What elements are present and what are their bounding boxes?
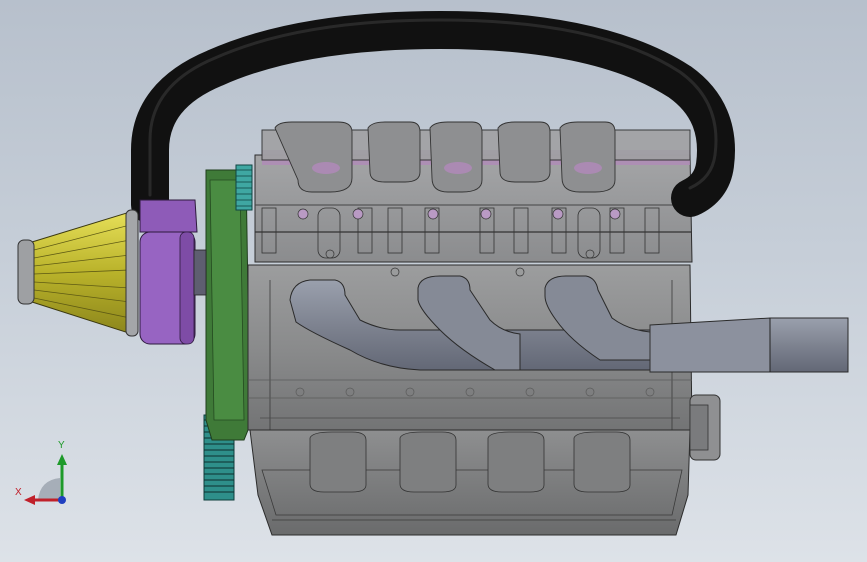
coordinate-triad-icon <box>24 454 67 505</box>
air-filter[interactable] <box>17 209 139 337</box>
triad-y-label: Y <box>58 440 65 451</box>
engine-model[interactable] <box>0 0 867 562</box>
oil-pan[interactable] <box>249 429 691 536</box>
graphics-viewport[interactable]: Y X <box>0 0 867 562</box>
cam-pulley[interactable] <box>235 164 253 211</box>
flywheel-housing[interactable] <box>689 394 721 461</box>
triad-x-label: X <box>15 487 22 498</box>
exhaust-pipe[interactable] <box>769 317 849 373</box>
intake-adapter[interactable] <box>139 199 207 345</box>
